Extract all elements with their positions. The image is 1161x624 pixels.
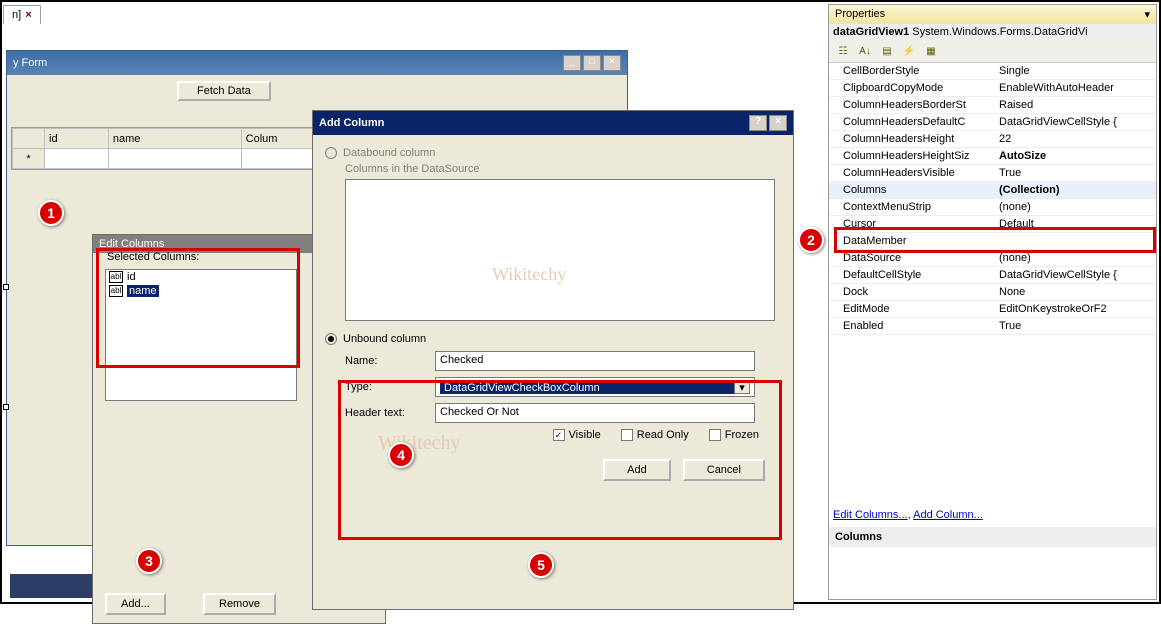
property-row[interactable]: ColumnHeadersBorderStRaised: [829, 97, 1156, 114]
fetch-data-button[interactable]: Fetch Data: [177, 81, 271, 101]
grid-col-name[interactable]: name: [108, 129, 241, 149]
cell[interactable]: [45, 149, 109, 169]
alpha-sort-icon[interactable]: A↓: [855, 42, 875, 60]
property-name: ColumnHeadersBorderSt: [829, 99, 999, 111]
callout-badge: 2: [798, 227, 824, 253]
callout-badge: 5: [528, 552, 554, 578]
form-titlebar[interactable]: y Form _ □ ×: [7, 51, 627, 75]
property-name: ColumnHeadersHeightSiz: [829, 150, 999, 162]
property-value[interactable]: True: [999, 320, 1156, 332]
selected-object[interactable]: dataGridView1 System.Windows.Forms.DataG…: [829, 24, 1156, 40]
events-icon[interactable]: ⚡: [899, 42, 919, 60]
property-name: Columns: [829, 184, 999, 196]
callout-badge: 4: [388, 442, 414, 468]
property-name: ClipboardCopyMode: [829, 82, 999, 94]
property-name: DataSource: [829, 252, 999, 264]
properties-icon[interactable]: ▤: [877, 42, 897, 60]
pin-icon[interactable]: ▾: [1144, 8, 1150, 21]
property-pages-icon[interactable]: ▦: [921, 42, 941, 60]
cell[interactable]: [108, 149, 241, 169]
close-icon[interactable]: ×: [25, 9, 31, 21]
resize-handle[interactable]: [3, 284, 9, 290]
tab-label: n]: [12, 9, 21, 21]
property-value[interactable]: (Collection): [999, 184, 1156, 196]
property-description-header: Columns: [829, 527, 1156, 547]
property-value[interactable]: AutoSize: [999, 150, 1156, 162]
designer-verbs: Edit Columns..., Add Column...: [829, 503, 1156, 527]
property-name: DefaultCellStyle: [829, 269, 999, 281]
property-value[interactable]: EditOnKeystrokeOrF2: [999, 303, 1156, 315]
property-value[interactable]: Single: [999, 65, 1156, 77]
radio-icon: [325, 333, 337, 345]
property-name: ColumnHeadersDefaultC: [829, 116, 999, 128]
property-row[interactable]: EditModeEditOnKeystrokeOrF2: [829, 301, 1156, 318]
callout-badge: 3: [136, 548, 162, 574]
minimize-icon[interactable]: _: [563, 55, 581, 71]
add-button[interactable]: Add...: [105, 593, 166, 615]
databound-label: Databound column: [343, 147, 435, 159]
add-column-title-text: Add Column: [319, 117, 747, 129]
unbound-label: Unbound column: [343, 333, 426, 345]
property-row[interactable]: ClipboardCopyModeEnableWithAutoHeader: [829, 80, 1156, 97]
property-row[interactable]: Columns(Collection): [829, 182, 1156, 199]
property-row[interactable]: DockNone: [829, 284, 1156, 301]
property-name: Enabled: [829, 320, 999, 332]
property-row[interactable]: DefaultCellStyleDataGridViewCellStyle {: [829, 267, 1156, 284]
property-row[interactable]: ColumnHeadersDefaultCDataGridViewCellSty…: [829, 114, 1156, 131]
row-header[interactable]: *: [13, 149, 45, 169]
property-row[interactable]: CellBorderStyleSingle: [829, 63, 1156, 80]
property-name: ContextMenuStrip: [829, 201, 999, 213]
close-icon[interactable]: ×: [603, 55, 621, 71]
properties-toolbar: ☷ A↓ ▤ ⚡ ▦: [829, 40, 1156, 63]
property-name: CellBorderStyle: [829, 65, 999, 77]
datasource-columns-label: Columns in the DataSource: [345, 163, 781, 175]
document-tab[interactable]: n] ×: [3, 5, 41, 24]
grid-corner[interactable]: [13, 129, 45, 149]
properties-title[interactable]: Properties ▾: [829, 5, 1156, 24]
callout-badge: 1: [38, 200, 64, 226]
property-row[interactable]: EnabledTrue: [829, 318, 1156, 335]
edit-columns-link[interactable]: Edit Columns...: [833, 509, 908, 521]
property-value[interactable]: None: [999, 286, 1156, 298]
name-input[interactable]: Checked: [435, 351, 755, 371]
property-name: EditMode: [829, 303, 999, 315]
maximize-icon[interactable]: □: [583, 55, 601, 71]
property-value[interactable]: (none): [999, 201, 1156, 213]
property-value[interactable]: Raised: [999, 99, 1156, 111]
grid-col-id[interactable]: id: [45, 129, 109, 149]
resize-handle[interactable]: [3, 404, 9, 410]
databound-radio: Databound column: [325, 147, 781, 159]
properties-panel: Properties ▾ dataGridView1 System.Window…: [828, 4, 1157, 600]
properties-title-text: Properties: [835, 8, 1144, 21]
property-value[interactable]: 22: [999, 133, 1156, 145]
properties-list[interactable]: CellBorderStyleSingleClipboardCopyModeEn…: [829, 63, 1156, 503]
property-name: Dock: [829, 286, 999, 298]
property-value[interactable]: True: [999, 167, 1156, 179]
property-description: [829, 547, 1156, 599]
form-title-text: y Form: [13, 57, 561, 69]
property-name: ColumnHeadersVisible: [829, 167, 999, 179]
property-value[interactable]: EnableWithAutoHeader: [999, 82, 1156, 94]
property-row[interactable]: ColumnHeadersVisibleTrue: [829, 165, 1156, 182]
datasource-columns-list: [345, 179, 775, 321]
property-value[interactable]: DataGridViewCellStyle {: [999, 116, 1156, 128]
help-icon[interactable]: ?: [749, 115, 767, 131]
property-row[interactable]: ColumnHeadersHeight22: [829, 131, 1156, 148]
property-value[interactable]: (none): [999, 252, 1156, 264]
callout-box-1: [96, 248, 300, 368]
add-column-link[interactable]: Add Column...: [913, 509, 983, 521]
property-value[interactable]: DataGridViewCellStyle {: [999, 269, 1156, 281]
categorize-icon[interactable]: ☷: [833, 42, 853, 60]
name-label: Name:: [345, 355, 435, 367]
callout-box-2: [834, 227, 1156, 253]
add-column-titlebar[interactable]: Add Column ? ×: [313, 111, 793, 135]
unbound-radio[interactable]: Unbound column: [325, 333, 781, 345]
property-row[interactable]: ColumnHeadersHeightSizAutoSize: [829, 148, 1156, 165]
property-row[interactable]: ContextMenuStrip(none): [829, 199, 1156, 216]
radio-icon: [325, 147, 337, 159]
remove-button[interactable]: Remove: [203, 593, 276, 615]
close-icon[interactable]: ×: [769, 115, 787, 131]
property-name: ColumnHeadersHeight: [829, 133, 999, 145]
